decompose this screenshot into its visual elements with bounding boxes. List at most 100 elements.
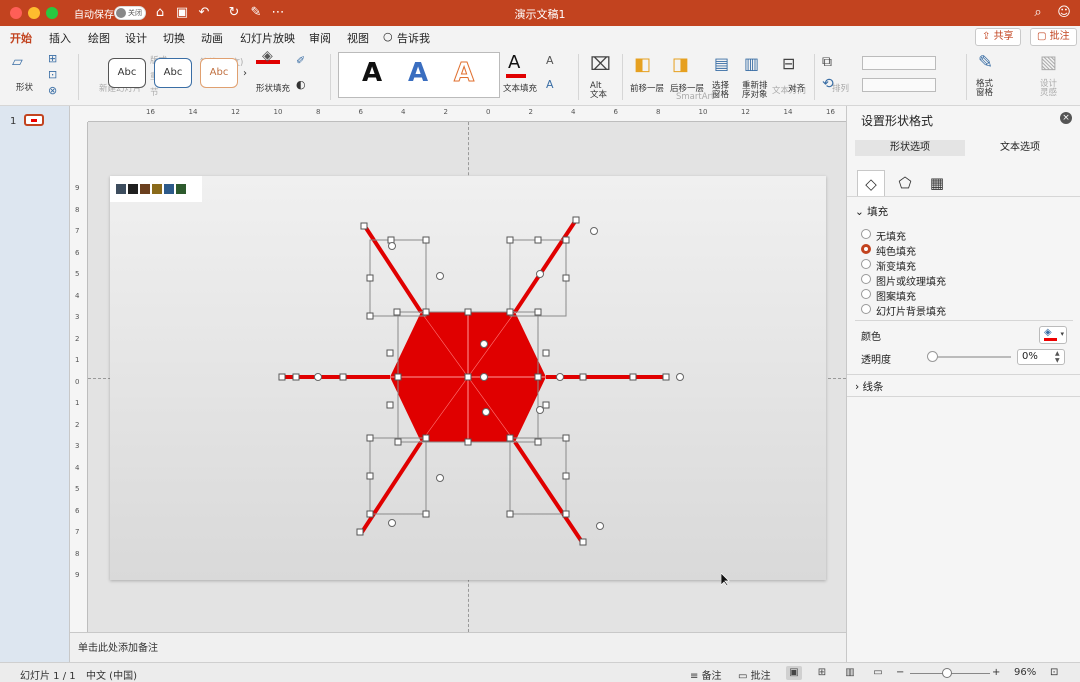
alt-text-label[interactable]: Alt 文本 [590, 82, 612, 100]
zoom-level[interactable]: 96% [1014, 667, 1036, 678]
arrange-shape-icon[interactable]: ⊡ [48, 68, 57, 81]
reorder-icon[interactable]: ▥ [744, 54, 759, 73]
account-icon[interactable]: ☺ [1056, 5, 1072, 21]
search-icon[interactable]: ⌕ [1030, 5, 1046, 21]
text-effects-icon[interactable]: A [546, 78, 554, 91]
slide-thumbnail[interactable] [24, 114, 44, 126]
tab-design[interactable]: 设计 [125, 30, 147, 46]
design-ideas-icon[interactable]: ▧ [1040, 52, 1057, 73]
zoom-slider-knob[interactable] [942, 668, 952, 678]
styles-more-icon[interactable]: › [243, 68, 247, 79]
text-fill-icon[interactable]: A [508, 52, 520, 73]
radio-button-selected[interactable] [861, 244, 871, 254]
tab-shape-options[interactable]: 形状选项 [855, 140, 965, 156]
ruler-number: 6 [613, 108, 618, 116]
close-pane-button[interactable]: × [1060, 112, 1072, 124]
tab-review[interactable]: 审阅 [309, 30, 331, 46]
notes-pane[interactable]: 单击此处添加备注 [70, 632, 846, 662]
ruler-number: 7 [75, 227, 80, 235]
notes-placeholder[interactable]: 单击此处添加备注 [78, 639, 158, 654]
tab-insert[interactable]: 插入 [49, 30, 71, 46]
radio-button[interactable] [861, 274, 871, 284]
radio-button[interactable] [861, 229, 871, 239]
slide-sorter-icon[interactable]: ⊞ [814, 666, 830, 680]
tab-draw[interactable]: 绘图 [88, 30, 110, 46]
chevron-down-icon: ▾ [1060, 330, 1064, 338]
format-pane-label[interactable]: 格式窗格 [976, 80, 998, 98]
zoom-out-icon[interactable]: − [896, 667, 904, 678]
design-ideas-label[interactable]: 设计灵感 [1040, 80, 1062, 98]
stepper-icon[interactable]: ▲ ▼ [1055, 350, 1060, 364]
textbox-icon[interactable]: ⊞ [48, 52, 57, 65]
zoom-in-icon[interactable]: + [992, 667, 1000, 678]
selection-pane-icon[interactable]: ▤ [714, 54, 729, 73]
radio-button[interactable] [861, 259, 871, 269]
ruler-number: 2 [75, 334, 80, 343]
tab-text-options[interactable]: 文本选项 [965, 140, 1075, 156]
section-label[interactable]: 节 [150, 86, 159, 98]
radio-button[interactable] [861, 289, 871, 299]
smartart-label[interactable]: SmartArt [676, 92, 714, 102]
shapes-icon[interactable]: ▱ [12, 54, 23, 70]
wordart-style-orange[interactable]: A [453, 58, 474, 89]
send-backward-icon[interactable]: ◨ [672, 54, 689, 75]
ribbon-separator [622, 54, 623, 100]
shape-outline-icon[interactable]: ✐ [296, 54, 305, 67]
comments-toggle[interactable]: ▭ 批注 [738, 667, 771, 682]
selection-pane-label[interactable]: 选择窗格 [712, 82, 734, 100]
shape-width-input[interactable] [862, 78, 936, 92]
effects-icon[interactable]: ⊗ [48, 84, 57, 97]
arrange-label[interactable]: 排列 [832, 82, 849, 94]
comments-button[interactable]: ▢ 批注 [1030, 28, 1077, 46]
shape-style-3[interactable]: Abc [200, 58, 238, 88]
tell-me-search[interactable]: 告诉我 [397, 30, 430, 46]
group-icon[interactable]: ⧉ [822, 54, 832, 70]
tab-home[interactable]: 开始 [10, 30, 32, 50]
slide-editor: 16 14 12 10 8 6 4 2 0 2 4 6 8 10 12 14 16 98765432101234… [70, 106, 846, 632]
text-outline-icon[interactable]: A [546, 54, 554, 67]
wordart-style-blue[interactable]: A [408, 58, 428, 88]
align-label[interactable]: 对齐 [788, 82, 805, 94]
effects-pentagon-icon[interactable]: ⬠ [891, 170, 919, 196]
leg-line[interactable] [360, 440, 423, 534]
line-section-header[interactable]: › 线条 [855, 379, 884, 394]
shape-style-1[interactable]: Abc [108, 58, 146, 88]
fit-to-window-icon[interactable]: ⊡ [1050, 667, 1058, 678]
tab-slideshow[interactable]: 幻灯片放映 [240, 30, 295, 46]
shape-style-2[interactable]: Abc [154, 58, 192, 88]
fill-color-picker[interactable]: ◈ ▾ [1039, 326, 1067, 344]
ruler-number: 0 [486, 108, 491, 116]
transparency-slider-knob[interactable] [927, 351, 938, 362]
text-fill-label[interactable]: 文本填充 [503, 82, 537, 94]
share-button[interactable]: ⇪ 共享 [975, 28, 1021, 46]
reorder-label[interactable]: 重新排序对象 [742, 82, 770, 100]
bring-forward-label[interactable]: 前移一层 [630, 82, 664, 94]
tab-animations[interactable]: 动画 [201, 30, 223, 46]
tab-view[interactable]: 视图 [347, 30, 369, 46]
bring-forward-icon[interactable]: ◧ [634, 54, 651, 75]
shape-height-input[interactable] [862, 56, 936, 70]
radio-button[interactable] [861, 304, 871, 314]
fill-section-header[interactable]: ⌄ 填充 [855, 204, 888, 219]
normal-view-icon[interactable]: ▣ [786, 666, 802, 680]
slide-counter: 幻灯片 1 / 1 [20, 671, 76, 682]
align-icon[interactable]: ⊟ [782, 54, 795, 73]
notes-toggle[interactable]: ≡ 备注 [690, 667, 722, 682]
wordart-style-black[interactable]: A [362, 58, 382, 88]
language-indicator[interactable]: 中文 (中国) [86, 667, 137, 682]
size-properties-icon[interactable]: ▦ [923, 170, 951, 196]
paint-bucket-icon[interactable]: ◈ [262, 48, 273, 64]
slideshow-view-icon[interactable]: ▭ [870, 666, 886, 680]
tab-transitions[interactable]: 切换 [163, 30, 185, 46]
fill-line-icon[interactable]: ◇ [857, 170, 885, 196]
alt-text-icon[interactable]: ⌧ [590, 54, 611, 75]
shape-fill-label[interactable]: 形状填充 [256, 82, 290, 94]
slide[interactable] [110, 176, 826, 580]
leg-line[interactable] [513, 440, 584, 544]
format-pane-icon[interactable]: ✎ [978, 52, 993, 73]
shape-effects-icon[interactable]: ◐ [296, 78, 306, 91]
transparency-slider-track[interactable] [931, 356, 1011, 358]
leg-line[interactable] [513, 218, 578, 314]
reading-view-icon[interactable]: ▥ [842, 666, 858, 680]
share-label: 共享 [993, 31, 1014, 42]
